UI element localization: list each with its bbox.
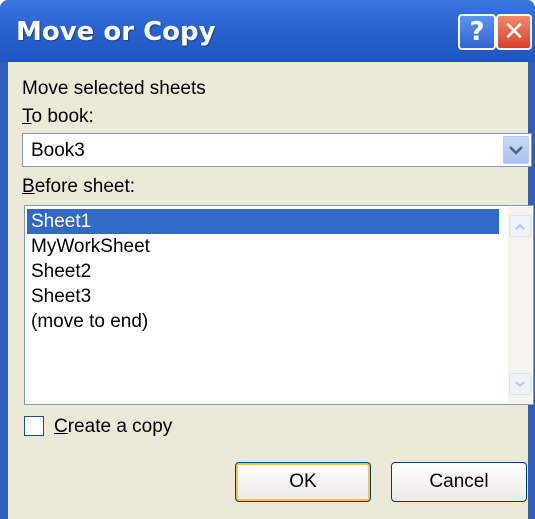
help-icon: ?: [469, 17, 485, 47]
title-bar[interactable]: Move or Copy ? ✕: [0, 0, 535, 62]
before-sheet-label-text: efore sheet:: [34, 176, 136, 197]
help-button[interactable]: ?: [458, 14, 496, 50]
dialog-title: Move or Copy: [16, 17, 216, 47]
scroll-up-icon[interactable]: [509, 215, 531, 237]
to-book-dropdown[interactable]: Book3: [22, 133, 532, 167]
before-sheet-label: Before sheet:: [22, 176, 135, 198]
create-copy-checkbox[interactable]: [24, 416, 44, 436]
sheet-item-sheet3[interactable]: Sheet3: [27, 284, 507, 309]
chevron-down-icon[interactable]: [503, 136, 529, 164]
to-book-value: Book3: [31, 140, 85, 161]
to-book-label-text: o book:: [31, 106, 94, 127]
move-or-copy-dialog: Move or Copy ? ✕ Move selected sheets To…: [0, 0, 535, 519]
ok-button[interactable]: OK: [235, 462, 371, 502]
scroll-down-icon[interactable]: [509, 373, 531, 395]
sheet-list: Sheet1 MyWorkSheet Sheet2 Sheet3 (move t…: [27, 209, 507, 334]
create-copy-label-text: reate a copy: [67, 416, 173, 437]
create-copy-label[interactable]: Create a copy: [54, 416, 172, 438]
sheet-item-move-to-end[interactable]: (move to end): [27, 309, 507, 334]
move-selected-sheets-label: Move selected sheets: [22, 78, 206, 99]
to-book-accel: T: [22, 106, 32, 127]
vertical-scrollbar[interactable]: [508, 207, 532, 403]
before-sheet-listbox[interactable]: Sheet1 MyWorkSheet Sheet2 Sheet3 (move t…: [24, 205, 534, 405]
before-sheet-accel: B: [22, 176, 35, 197]
create-copy-accel: C: [54, 416, 68, 437]
to-book-label: To book:: [22, 106, 94, 128]
sheet-item-sheet1[interactable]: Sheet1: [27, 209, 499, 234]
close-button[interactable]: ✕: [496, 14, 532, 50]
sheet-item-sheet2[interactable]: Sheet2: [27, 259, 507, 284]
dialog-body: Move selected sheets To book: Book3 Befo…: [8, 62, 534, 519]
close-icon: ✕: [503, 17, 525, 47]
sheet-item-myworksheet[interactable]: MyWorkSheet: [27, 234, 507, 259]
cancel-button[interactable]: Cancel: [391, 462, 527, 502]
